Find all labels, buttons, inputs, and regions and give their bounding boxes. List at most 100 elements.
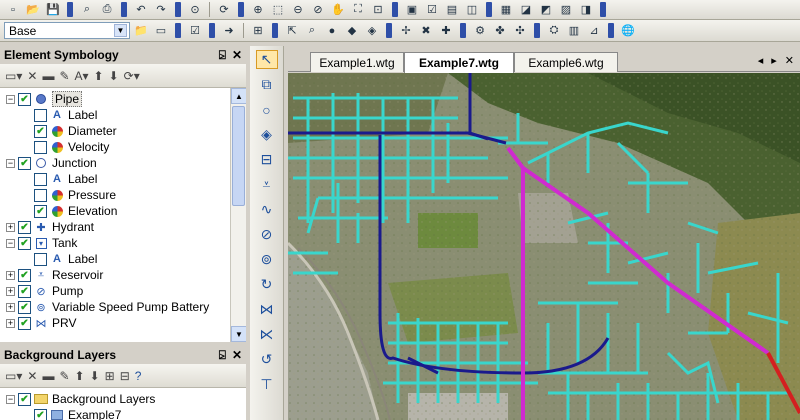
vertical-scrollbar[interactable]: ▲ ▼: [230, 88, 246, 342]
flextable-icon[interactable]: ▦: [497, 2, 515, 18]
refresh-icon[interactable]: ⟳▾: [124, 69, 140, 83]
edit-icon[interactable]: ✎: [59, 69, 69, 83]
tree-item[interactable]: − ✔ ▾ Tank: [0, 235, 230, 251]
visibility-checkbox[interactable]: ✔: [18, 284, 31, 298]
loadbuilder-icon[interactable]: ✣: [511, 23, 529, 39]
visibility-checkbox[interactable]: ✔: [18, 220, 31, 234]
open-icon[interactable]: 📂: [24, 2, 42, 18]
toolbar-grip[interactable]: [175, 2, 181, 17]
edit-icon[interactable]: ✎: [59, 369, 69, 383]
undo-icon[interactable]: ↶: [132, 2, 150, 18]
visibility-checkbox[interactable]: [34, 140, 47, 154]
tree-item[interactable]: − ✔ Background Layers: [0, 391, 246, 407]
scroll-thumb[interactable]: [232, 106, 245, 206]
turbine-icon[interactable]: ↻: [256, 275, 278, 294]
graph-icon[interactable]: ◪: [517, 2, 535, 18]
new-icon[interactable]: ▭▾: [5, 69, 22, 83]
visibility-checkbox[interactable]: [34, 108, 47, 122]
rename-icon[interactable]: ▬: [42, 69, 54, 83]
tree-item[interactable]: + ✔ ⩡ Reservoir: [0, 267, 230, 283]
toolbar-grip[interactable]: [67, 2, 73, 17]
tree-item[interactable]: + ✔ ⋈ PRV: [0, 315, 230, 331]
collapse-icon[interactable]: −: [6, 158, 15, 168]
pin-icon[interactable]: ⍄: [219, 348, 226, 363]
delete-icon[interactable]: ✕: [27, 69, 37, 83]
validate-icon[interactable]: ☑: [423, 2, 441, 18]
visibility-checkbox[interactable]: ✔: [34, 204, 47, 218]
visibility-checkbox[interactable]: [34, 188, 47, 202]
calibrator-icon[interactable]: ⛭: [545, 23, 563, 39]
layout-icon[interactable]: ⧉: [256, 75, 278, 94]
pan-icon[interactable]: ✋: [329, 2, 347, 18]
help-icon[interactable]: ?: [135, 369, 142, 383]
reservoir-icon[interactable]: ⩡: [256, 175, 278, 194]
rename-icon[interactable]: ▬: [42, 369, 54, 383]
scale-icon[interactable]: ⊿: [585, 23, 603, 39]
cross-icon[interactable]: ✖: [417, 23, 435, 39]
scenario-manager-icon[interactable]: ▭: [152, 23, 170, 39]
designer-icon[interactable]: ▥: [565, 23, 583, 39]
text-icon[interactable]: A▾: [75, 69, 89, 83]
close-icon[interactable]: ✕: [232, 48, 242, 63]
zoom-extents-icon[interactable]: ⛶: [349, 2, 367, 18]
zoom-previous-icon[interactable]: ⊘: [309, 2, 327, 18]
visibility-checkbox[interactable]: ✔: [18, 156, 31, 170]
visibility-checkbox[interactable]: ✔: [18, 92, 31, 106]
visibility-checkbox[interactable]: ✔: [18, 316, 31, 330]
zoom-window-icon[interactable]: ⬚: [269, 2, 287, 18]
close-icon[interactable]: ✕: [785, 54, 794, 67]
toolbar-grip[interactable]: [486, 2, 492, 17]
prv-icon[interactable]: ⋉: [256, 325, 278, 344]
new-icon[interactable]: ▫: [4, 2, 22, 18]
delete-icon[interactable]: ✕: [27, 369, 37, 383]
zoom-center-icon[interactable]: ⊡: [369, 2, 387, 18]
query-icon[interactable]: ⌕: [303, 23, 321, 39]
scenario-folder-icon[interactable]: 📁: [132, 23, 150, 39]
print-icon[interactable]: ⎙: [98, 2, 116, 18]
tab-prev-icon[interactable]: ◂: [758, 54, 764, 67]
tree-item[interactable]: − ✔ Junction: [0, 155, 230, 171]
globe-icon[interactable]: 🌐: [619, 23, 637, 39]
zoom-out-icon[interactable]: ⊖: [289, 2, 307, 18]
tree-item[interactable]: Pressure: [0, 187, 230, 203]
toolbar-grip[interactable]: [608, 23, 614, 38]
tree-item[interactable]: A Label: [0, 251, 230, 267]
tree-item[interactable]: ✔ Diameter: [0, 123, 230, 139]
contour-icon[interactable]: ▨: [557, 2, 575, 18]
visibility-checkbox[interactable]: ✔: [34, 408, 47, 420]
save-icon[interactable]: 💾: [44, 2, 62, 18]
tree-item[interactable]: + ✔ ⊘ Pump: [0, 283, 230, 299]
layout-icon[interactable]: ⊞: [249, 23, 267, 39]
tree-item[interactable]: + ✔ ✚ Hydrant: [0, 219, 230, 235]
visibility-checkbox[interactable]: ✔: [18, 236, 31, 250]
compute-icon[interactable]: ▣: [403, 2, 421, 18]
map-drawing-canvas[interactable]: [288, 73, 800, 420]
tree-item[interactable]: Velocity: [0, 139, 230, 155]
visibility-checkbox[interactable]: ✔: [18, 300, 31, 314]
check-icon[interactable]: ☑: [186, 23, 204, 39]
scroll-down-icon[interactable]: ▼: [231, 326, 246, 342]
visibility-checkbox[interactable]: [34, 252, 47, 266]
close-icon[interactable]: ✕: [232, 348, 242, 363]
toolbar-grip[interactable]: [600, 2, 606, 17]
tree-item[interactable]: ✔ Elevation: [0, 203, 230, 219]
pump-battery-icon[interactable]: ⊚: [256, 250, 278, 269]
toolbar-grip[interactable]: [392, 2, 398, 17]
hydrant-icon[interactable]: ◈: [256, 125, 278, 144]
toolbar-grip[interactable]: [121, 2, 127, 17]
toolbar-grip[interactable]: [534, 23, 540, 38]
select-icon[interactable]: ⇱: [283, 23, 301, 39]
export-icon[interactable]: ➜: [220, 23, 238, 39]
tab-example6[interactable]: Example6.wtg: [514, 52, 618, 72]
tree-item[interactable]: ✔ Example7: [0, 407, 246, 420]
move-up-icon[interactable]: ⬆: [75, 369, 85, 383]
redo-icon[interactable]: ↷: [152, 2, 170, 18]
pipe-wave-icon[interactable]: ∿: [256, 200, 278, 219]
move-down-icon[interactable]: ⬇: [109, 69, 119, 83]
tree-item[interactable]: A Label: [0, 171, 230, 187]
prototype-icon[interactable]: ◈: [363, 23, 381, 39]
refresh-icon[interactable]: ⟳: [215, 2, 233, 18]
select-arrow-icon[interactable]: ↖: [255, 50, 278, 69]
expand-all-icon[interactable]: ⊞: [105, 369, 115, 383]
visibility-checkbox[interactable]: ✔: [18, 392, 31, 406]
